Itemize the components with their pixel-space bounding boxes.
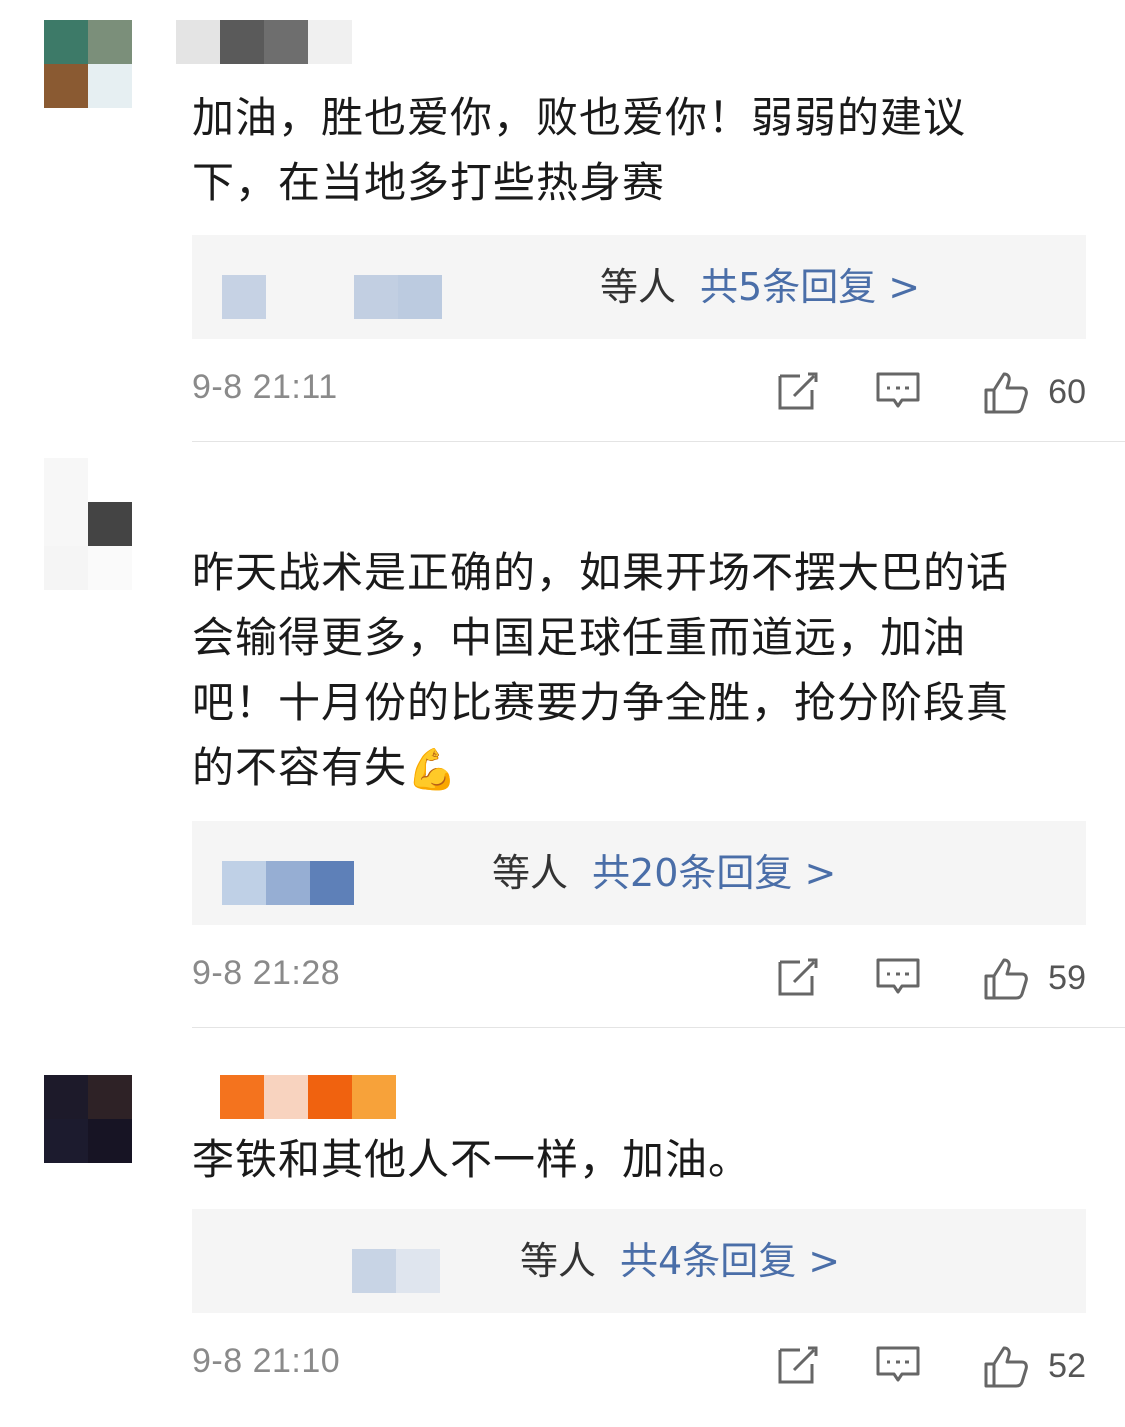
avatar-pixel	[44, 1075, 88, 1119]
reply-usernames	[352, 1249, 440, 1293]
comment-line: 会输得更多，中国足球任重而道远，加油	[192, 613, 967, 662]
like-count: 59	[1048, 958, 1086, 997]
comment-meta: 9-8 21:28 59	[192, 948, 1086, 1008]
reply-count-link[interactable]: 共5条回复 >	[700, 265, 920, 309]
avatar-pixel	[44, 458, 88, 502]
timestamp: 9-8 21:28	[192, 954, 341, 992]
reply-usernames	[222, 275, 442, 319]
avatar-pixel	[44, 64, 88, 108]
comment-line: 李铁和其他人不一样，加油。	[192, 1135, 752, 1184]
reply-name-pixel	[222, 275, 266, 319]
comment-meta: 9-8 21:11 60	[192, 362, 1086, 422]
like-button[interactable]: 59	[982, 948, 1086, 1008]
reply-name-pixel	[310, 275, 354, 319]
comment-meta: 9-8 21:10 52	[192, 1336, 1086, 1396]
reply-name-pixel	[266, 861, 310, 905]
timestamp: 9-8 21:10	[192, 1342, 341, 1380]
username-pixel	[308, 20, 352, 64]
avatar-pixel	[88, 1075, 132, 1119]
comment-text: 李铁和其他人不一样，加油。	[192, 1127, 1092, 1192]
username-pixel	[220, 1075, 264, 1119]
like-button[interactable]: 52	[982, 1336, 1086, 1396]
avatar-pixel	[44, 20, 88, 64]
reply-name-pixel	[222, 861, 266, 905]
reply-text: 等人 共5条回复 >	[600, 257, 920, 317]
like-count: 52	[1048, 1346, 1086, 1385]
comment-icon[interactable]	[874, 1340, 922, 1388]
reply-name-pixel	[310, 861, 354, 905]
reply-name-pixel	[396, 1249, 440, 1293]
comment-line: 吧！十月份的比赛要力争全胜，抢分阶段真	[192, 678, 1010, 727]
comment-line-text: 的不容有失	[192, 743, 408, 792]
edit-icon[interactable]	[774, 366, 822, 414]
reply-count-link[interactable]: 共20条回复 >	[592, 851, 836, 895]
reply-others-label: 等人	[520, 1239, 597, 1283]
divider	[192, 1027, 1125, 1028]
reply-others-label: 等人	[492, 851, 569, 895]
avatar-pixel	[88, 546, 132, 590]
comment-text: 昨天战术是正确的，如果开场不摆大巴的话 会输得更多，中国足球任重而道远，加油 吧…	[192, 540, 1092, 803]
reply-usernames	[222, 861, 354, 905]
comment-icon[interactable]	[874, 366, 922, 414]
like-button[interactable]: 60	[982, 362, 1086, 422]
reply-name-pixel	[354, 275, 398, 319]
username[interactable]	[176, 20, 352, 64]
reply-others-label: 等人	[600, 265, 677, 309]
username-pixel	[176, 20, 220, 64]
reply-summary[interactable]: 等人 共4条回复 >	[192, 1209, 1086, 1313]
avatar-pixel	[88, 502, 132, 546]
username-pixel	[352, 1075, 396, 1119]
comment-text: 加油，胜也爱你，败也爱你！弱弱的建议 下，在当地多打些热身赛	[192, 85, 1092, 215]
username-pixel	[308, 1075, 352, 1119]
reply-text: 等人 共4条回复 >	[520, 1231, 840, 1291]
divider	[192, 441, 1125, 442]
avatar-pixel	[88, 20, 132, 64]
reply-name-pixel	[352, 1249, 396, 1293]
avatar-pixel	[88, 1119, 132, 1163]
username-pixel	[264, 20, 308, 64]
comment-line: 的不容有失💪	[192, 735, 1092, 803]
username-pixel	[220, 20, 264, 64]
timestamp: 9-8 21:11	[192, 368, 338, 406]
reply-count-link[interactable]: 共4条回复 >	[620, 1239, 840, 1283]
comment-icon[interactable]	[874, 952, 922, 1000]
avatar[interactable]	[44, 458, 132, 590]
username[interactable]	[220, 1075, 396, 1119]
comment-line: 加油，胜也爱你，败也爱你！弱弱的建议	[192, 93, 967, 142]
username-pixel	[264, 1075, 308, 1119]
like-count: 60	[1048, 372, 1086, 411]
thumbs-up-icon	[984, 1346, 1029, 1388]
reply-summary[interactable]: 等人 共5条回复 >	[192, 235, 1086, 339]
comment-line: 昨天战术是正确的，如果开场不摆大巴的话	[192, 548, 1010, 597]
avatar[interactable]	[44, 1075, 132, 1163]
avatar-pixel	[88, 458, 132, 502]
thumbs-up-icon	[984, 372, 1029, 414]
reply-summary[interactable]: 等人 共20条回复 >	[192, 821, 1086, 925]
thumbs-up-icon	[984, 958, 1029, 1000]
flexed-biceps-emoji: 💪	[407, 747, 458, 793]
reply-text: 等人 共20条回复 >	[492, 843, 836, 903]
reply-name-pixel	[398, 275, 442, 319]
avatar-pixel	[44, 546, 88, 590]
avatar-pixel	[88, 64, 132, 108]
edit-icon[interactable]	[774, 1340, 822, 1388]
avatar-pixel	[44, 502, 88, 546]
comment-line: 下，在当地多打些热身赛	[192, 158, 666, 207]
avatar-pixel	[44, 1119, 88, 1163]
reply-name-pixel	[266, 275, 310, 319]
avatar[interactable]	[44, 20, 132, 108]
edit-icon[interactable]	[774, 952, 822, 1000]
